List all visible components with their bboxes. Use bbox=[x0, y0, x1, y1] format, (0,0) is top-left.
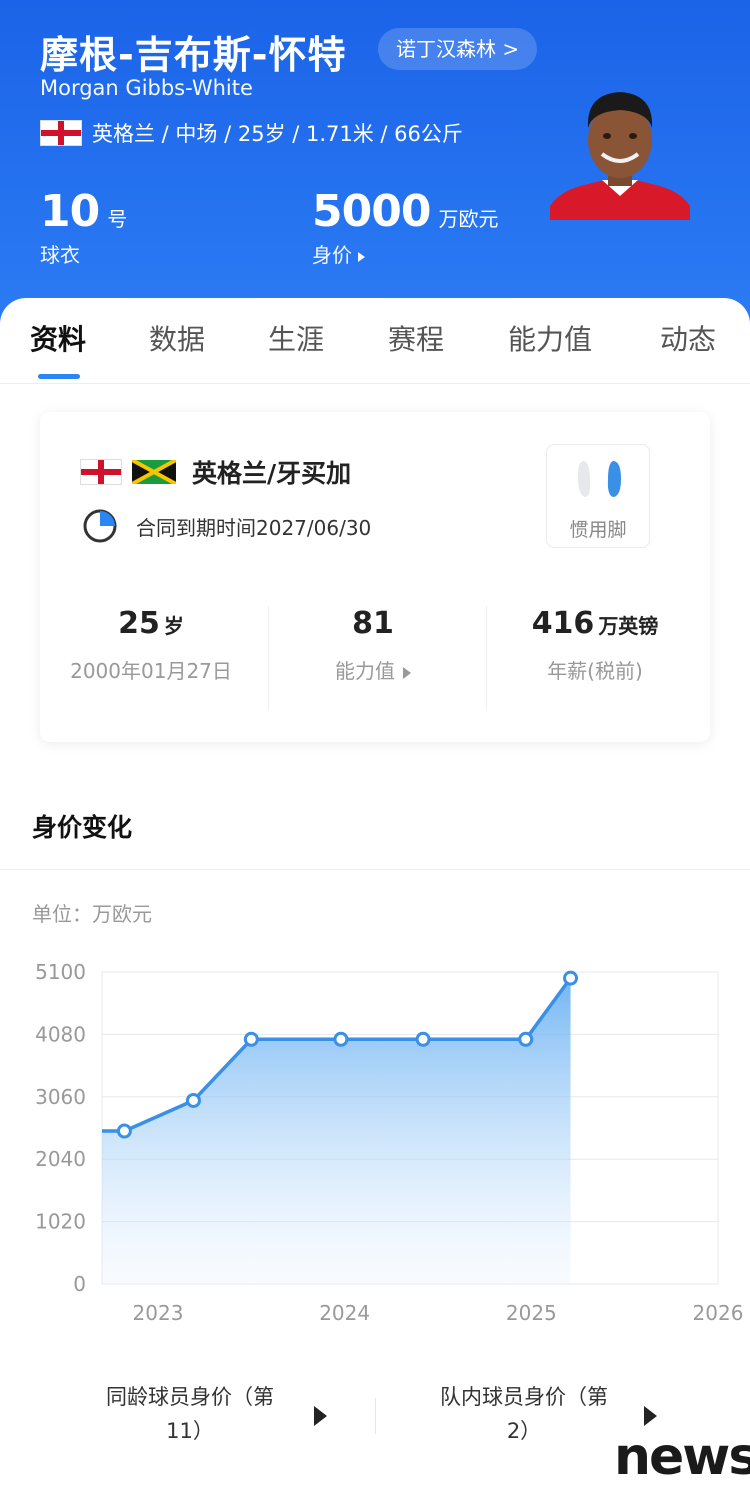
salary-value: 416 bbox=[531, 606, 595, 641]
arrow-right-icon bbox=[403, 666, 411, 679]
market-value-label: 身价 bbox=[312, 243, 352, 267]
market-value-unit: 万欧元 bbox=[438, 207, 499, 231]
y-tick-label: 1020 bbox=[35, 1210, 86, 1234]
salary-stat: 416 万英镑 年薪(税前) bbox=[484, 606, 706, 684]
series-area bbox=[102, 978, 571, 1284]
ability-value: 81 bbox=[352, 606, 394, 641]
nationality-row: 英格兰/牙买加 bbox=[80, 454, 351, 490]
age-peer-rank-line2: 11） bbox=[166, 1419, 214, 1443]
x-tick-label: 2024 bbox=[319, 1301, 370, 1325]
card-stats: 25 岁 2000年01月27日 81 能力值 416 万英镑 年薪(税前) bbox=[40, 606, 710, 710]
tab-profile[interactable]: 资料 bbox=[30, 318, 86, 358]
jersey-unit: 号 bbox=[107, 207, 128, 231]
data-point bbox=[518, 1031, 534, 1047]
x-tick-label: 2025 bbox=[506, 1301, 557, 1325]
x-tick-label: 2023 bbox=[133, 1301, 184, 1325]
contract-row: 合同到期时间2027/06/30 bbox=[80, 506, 371, 546]
ability-label: 能力值 bbox=[335, 659, 395, 683]
jamaica-flag-icon bbox=[132, 460, 176, 484]
age-peer-rank[interactable]: 同龄球员身价（第 11） bbox=[70, 1380, 327, 1448]
tab-schedule[interactable]: 赛程 bbox=[388, 318, 444, 358]
player-meta-text: 英格兰 / 中场 / 25岁 / 1.71米 / 66公斤 bbox=[92, 122, 463, 146]
tab-active-indicator bbox=[38, 374, 80, 379]
team-rank[interactable]: 队内球员身价（第 2） bbox=[404, 1380, 657, 1448]
player-name-en: Morgan Gibbs-White bbox=[40, 76, 253, 100]
ability-stat[interactable]: 81 能力值 bbox=[262, 606, 484, 684]
arrow-right-icon bbox=[314, 1406, 327, 1426]
jersey-label: 球衣 bbox=[40, 243, 80, 267]
tab-bar: 资料 数据 生涯 赛程 能力值 动态 bbox=[0, 298, 750, 384]
preferred-foot-box: 惯用脚 bbox=[546, 444, 650, 548]
player-header: 摩根-吉布斯-怀特 诺丁汉森林 > Morgan Gibbs-White 英格兰… bbox=[0, 0, 750, 330]
england-flag-icon bbox=[40, 120, 82, 146]
data-point bbox=[563, 970, 579, 986]
age-stat: 25 岁 2000年01月27日 bbox=[40, 606, 262, 684]
contract-expiry: 合同到期时间2027/06/30 bbox=[136, 515, 372, 540]
salary-label: 年薪(税前) bbox=[547, 659, 643, 683]
y-tick-label: 0 bbox=[73, 1272, 86, 1296]
arrow-right-icon bbox=[358, 251, 365, 262]
market-value: 5000 bbox=[312, 186, 431, 237]
tab-ability[interactable]: 能力值 bbox=[508, 318, 592, 358]
team-rank-line2: 2） bbox=[506, 1419, 542, 1443]
salary-unit: 万英镑 bbox=[598, 614, 659, 638]
jersey-stat: 10 号 球衣 bbox=[40, 186, 127, 268]
player-meta: 英格兰 / 中场 / 25岁 / 1.71米 / 66公斤 bbox=[40, 118, 463, 148]
data-point bbox=[415, 1031, 431, 1047]
club-link-button[interactable]: 诺丁汉森林 > bbox=[378, 28, 538, 70]
data-point bbox=[333, 1031, 349, 1047]
y-tick-label: 2040 bbox=[35, 1147, 86, 1171]
preferred-foot-label: 惯用脚 bbox=[569, 519, 627, 541]
age-value: 25 bbox=[118, 606, 160, 641]
rank-divider bbox=[375, 1398, 376, 1434]
arrow-right-icon bbox=[644, 1406, 657, 1426]
y-tick-label: 4080 bbox=[35, 1022, 86, 1046]
section-divider bbox=[0, 869, 750, 870]
birth-date: 2000年01月27日 bbox=[70, 659, 232, 683]
data-point bbox=[243, 1031, 259, 1047]
nationality-text: 英格兰/牙买加 bbox=[192, 459, 352, 488]
jersey-number: 10 bbox=[40, 186, 100, 237]
x-tick-label: 2026 bbox=[693, 1301, 744, 1325]
age-unit: 岁 bbox=[163, 614, 184, 638]
data-point bbox=[116, 1123, 132, 1139]
team-rank-line1: 队内球员身价（第 bbox=[440, 1385, 608, 1409]
player-avatar bbox=[550, 92, 690, 220]
market-value-stat[interactable]: 5000 万欧元 身价 bbox=[312, 186, 498, 268]
info-card: 英格兰/牙买加 合同到期时间2027/06/30 惯用脚 25 岁 2000年01… bbox=[40, 412, 710, 742]
chart-unit-label: 单位：万欧元 bbox=[32, 902, 152, 926]
market-value-chart: 5100 4080 3060 2040 1020 0 2023 2024 2025 2026 bbox=[35, 960, 744, 1325]
tab-career[interactable]: 生涯 bbox=[268, 318, 324, 358]
y-tick-label: 3060 bbox=[35, 1085, 86, 1109]
england-flag-icon bbox=[80, 459, 122, 485]
news-watermark: news bbox=[614, 1427, 750, 1487]
tab-stats[interactable]: 数据 bbox=[149, 318, 205, 358]
contract-clock-icon bbox=[83, 509, 117, 543]
tab-news[interactable]: 动态 bbox=[660, 318, 716, 358]
player-name-cn: 摩根-吉布斯-怀特 bbox=[40, 33, 347, 77]
data-point bbox=[185, 1092, 201, 1108]
y-tick-label: 5100 bbox=[35, 960, 86, 984]
age-peer-rank-line1: 同龄球员身价（第 bbox=[106, 1385, 274, 1409]
footprint-icon bbox=[577, 461, 621, 497]
section-title: 身价变化 bbox=[32, 813, 133, 842]
